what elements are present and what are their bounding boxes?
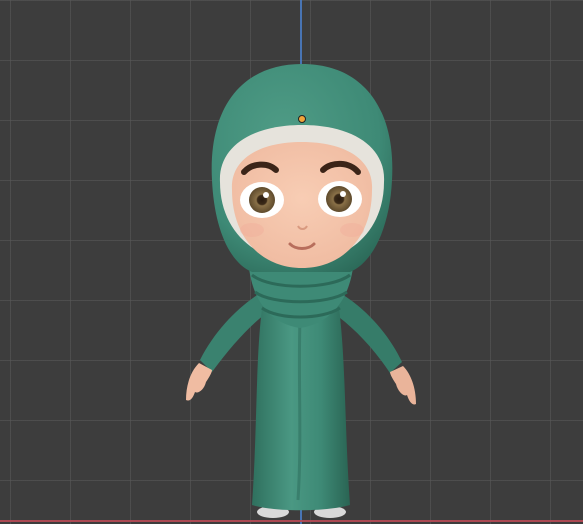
left-hand [186,363,212,401]
object-origin-marker[interactable] [298,115,306,123]
right-iris [326,186,352,212]
dress-fold [296,319,302,501]
left-iris [249,187,275,213]
right-hand [390,366,416,405]
left-sleeve [200,292,268,372]
3d-viewport[interactable] [0,0,583,524]
character-model[interactable] [0,0,583,524]
